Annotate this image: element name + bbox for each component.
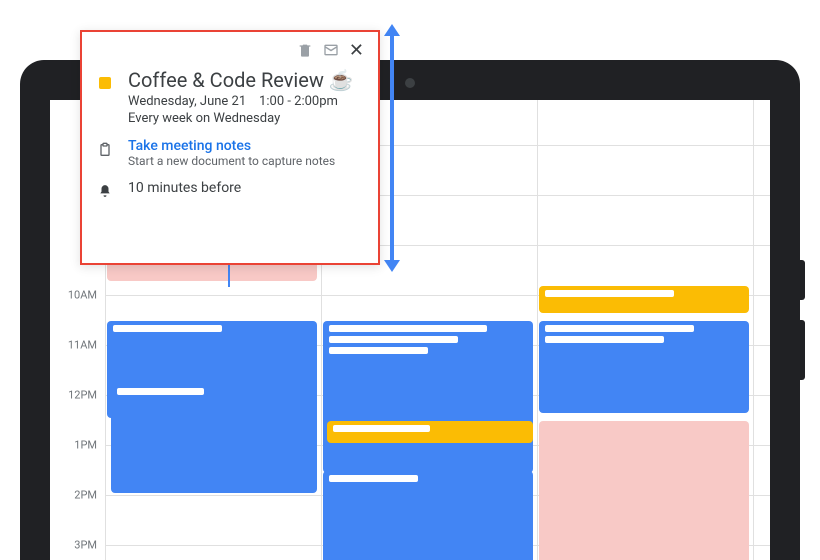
calendar-event[interactable] xyxy=(539,321,749,413)
popup-pointer-line xyxy=(228,265,230,287)
event-recurrence: Every week on Wednesday xyxy=(128,111,364,126)
event-title-placeholder xyxy=(329,347,428,354)
time-label: 12PM xyxy=(68,389,97,402)
event-title: Coffee & Code Review ☕ xyxy=(128,68,364,92)
resize-arrow-indicator xyxy=(390,34,394,262)
close-icon[interactable]: ✕ xyxy=(349,42,364,62)
event-title-placeholder xyxy=(545,336,664,343)
take-notes-subtitle: Start a new document to capture notes xyxy=(128,154,364,168)
notes-icon xyxy=(96,138,114,159)
take-notes-link[interactable]: Take meeting notes xyxy=(128,138,364,154)
time-label: 10AM xyxy=(68,289,97,302)
calendar-event[interactable] xyxy=(111,384,317,494)
event-title-placeholder xyxy=(333,425,430,432)
bell-icon xyxy=(96,180,114,199)
event-title-placeholder xyxy=(113,325,222,332)
time-label: 1PM xyxy=(74,439,97,452)
time-label: 3PM xyxy=(74,539,97,552)
delete-icon[interactable] xyxy=(297,42,313,62)
tablet-side-button xyxy=(800,260,805,300)
event-title-placeholder xyxy=(545,325,694,332)
calendar-event[interactable] xyxy=(539,286,749,313)
event-title-placeholder xyxy=(117,388,204,395)
event-color-chip xyxy=(99,77,111,89)
reminder-text: 10 minutes before xyxy=(128,180,364,196)
event-title-placeholder xyxy=(545,290,674,297)
calendar-event[interactable] xyxy=(539,421,749,560)
time-label: 11AM xyxy=(68,339,97,352)
event-title-placeholder xyxy=(329,475,418,482)
email-icon[interactable] xyxy=(323,42,339,62)
event-details-popup: ✕ Coffee & Code Review ☕ Wednesday, June… xyxy=(80,30,380,265)
event-datetime: Wednesday, June 21 1:00 - 2:00pm xyxy=(128,94,364,109)
tablet-side-button xyxy=(800,320,805,380)
event-title-placeholder xyxy=(329,336,458,343)
event-title-placeholder xyxy=(329,325,487,332)
calendar-event[interactable] xyxy=(327,421,533,443)
calendar-event[interactable] xyxy=(323,321,533,473)
popup-actions: ✕ xyxy=(96,42,364,62)
time-label: 2PM xyxy=(74,489,97,502)
calendar-event[interactable] xyxy=(323,471,533,560)
tablet-camera-icon xyxy=(405,78,415,88)
